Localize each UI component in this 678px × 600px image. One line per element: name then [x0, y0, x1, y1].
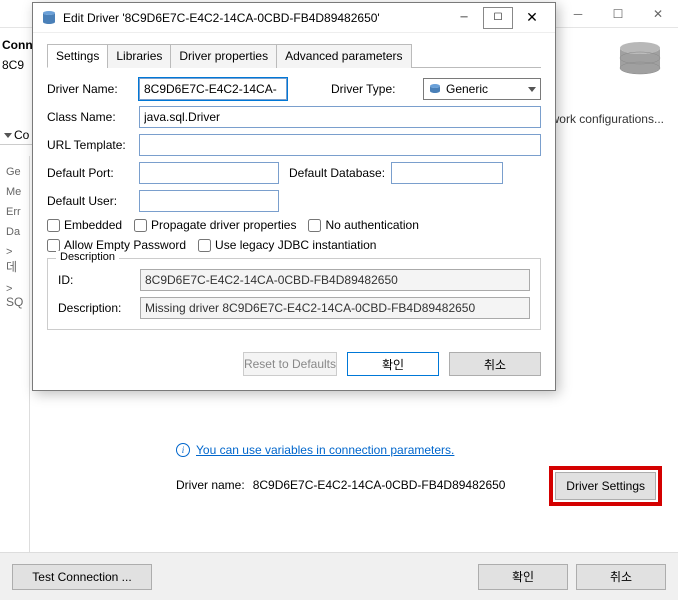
tab-advanced[interactable]: Advanced parameters	[276, 44, 411, 68]
database-small-icon	[41, 10, 57, 26]
page-subtitle: 8C9	[2, 58, 24, 72]
class-name-input[interactable]	[139, 106, 541, 128]
driver-name-input[interactable]	[139, 78, 287, 100]
description-group: Description ID: 8C9D6E7C-E4C2-14CA-0CBD-…	[47, 258, 541, 330]
tree-item[interactable]: Err	[0, 202, 29, 222]
reset-defaults-button[interactable]: Reset to Defaults	[243, 352, 337, 376]
dialog-tabs: Settings Libraries Driver properties Adv…	[47, 43, 541, 68]
info-text: You can use variables in connection para…	[196, 443, 454, 457]
embedded-check[interactable]: Embedded	[47, 218, 122, 232]
tab-libraries[interactable]: Libraries	[107, 44, 171, 68]
info-icon: i	[176, 443, 190, 457]
driver-name-label: Driver name:	[176, 478, 245, 492]
default-user-input[interactable]	[139, 190, 279, 212]
options-row-2: Allow Empty Password Use legacy JDBC ins…	[47, 238, 541, 252]
default-user-label: Default User:	[47, 194, 133, 208]
driver-name-value: 8C9D6E7C-E4C2-14CA-0CBD-FB4D89482650	[253, 478, 506, 492]
chevron-down-icon	[528, 87, 536, 92]
driver-settings-button[interactable]: Driver Settings	[555, 472, 656, 500]
parent-button-bar: Test Connection ... 확인 취소	[0, 552, 678, 600]
dialog-maximize-icon[interactable]: ☐	[483, 7, 513, 29]
edit-driver-dialog: Edit Driver '8C9D6E7C-E4C2-14CA-0CBD-FB4…	[32, 2, 556, 391]
id-field: 8C9D6E7C-E4C2-14CA-0CBD-FB4D89482650	[140, 269, 530, 291]
cancel-button[interactable]: 취소	[576, 564, 666, 590]
url-template-input[interactable]	[139, 134, 541, 156]
network-config-link[interactable]: etwork configurations...	[541, 112, 664, 126]
empty-password-check[interactable]: Allow Empty Password	[47, 238, 186, 252]
tab-driver-properties[interactable]: Driver properties	[170, 44, 277, 68]
description-label: Description:	[58, 301, 134, 315]
tree-item[interactable]: Da	[0, 222, 29, 242]
dialog-title: Edit Driver '8C9D6E7C-E4C2-14CA-0CBD-FB4…	[63, 11, 445, 25]
tree-item[interactable]: > SQ	[0, 279, 29, 313]
driver-name-row: Driver name: 8C9D6E7C-E4C2-14CA-0CBD-FB4…	[176, 478, 505, 492]
test-connection-button[interactable]: Test Connection ...	[12, 564, 152, 590]
dialog-body: Settings Libraries Driver properties Adv…	[33, 33, 555, 390]
description-legend: Description	[56, 251, 119, 263]
dialog-close-icon[interactable]: ✕	[517, 7, 547, 29]
tree-item[interactable]: Me	[0, 182, 29, 202]
dialog-cancel-button[interactable]: 취소	[449, 352, 541, 376]
close-icon[interactable]: ✕	[638, 0, 678, 28]
tab-settings[interactable]: Settings	[47, 44, 108, 68]
propagate-check[interactable]: Propagate driver properties	[134, 218, 296, 232]
dialog-button-bar: Reset to Defaults 확인 취소	[47, 352, 541, 376]
generic-driver-icon	[428, 83, 442, 95]
database-icon	[616, 40, 664, 80]
dialog-titlebar: Edit Driver '8C9D6E7C-E4C2-14CA-0CBD-FB4…	[33, 3, 555, 33]
tree-item[interactable]: Ge	[0, 162, 29, 182]
default-port-label: Default Port:	[47, 166, 133, 180]
driver-type-label: Driver Type:	[331, 82, 417, 96]
default-port-input[interactable]	[139, 162, 279, 184]
options-row: Embedded Propagate driver properties No …	[47, 218, 541, 232]
id-label: ID:	[58, 273, 134, 287]
minimize-icon[interactable]: ─	[558, 0, 598, 28]
left-tree: Ge Me Err Da > 데 > SQ	[0, 156, 30, 600]
conn-tab[interactable]: Co	[0, 126, 33, 145]
maximize-icon[interactable]: ☐	[598, 0, 638, 28]
tree-item[interactable]: > 데	[0, 242, 29, 279]
page-title: Conn	[2, 38, 33, 52]
driver-type-select[interactable]: Generic	[423, 78, 541, 100]
driver-settings-highlight: Driver Settings	[549, 466, 662, 506]
default-database-label: Default Database:	[289, 166, 385, 180]
url-template-label: URL Template:	[47, 138, 133, 152]
dialog-ok-button[interactable]: 확인	[347, 352, 439, 376]
class-name-label: Class Name:	[47, 110, 133, 124]
no-auth-check[interactable]: No authentication	[308, 218, 418, 232]
info-link[interactable]: i You can use variables in connection pa…	[176, 443, 454, 457]
driver-name-field-label: Driver Name:	[47, 82, 133, 96]
description-field: Missing driver 8C9D6E7C-E4C2-14CA-0CBD-F…	[140, 297, 530, 319]
default-database-input[interactable]	[391, 162, 503, 184]
dialog-minimize-icon[interactable]: ─	[449, 7, 479, 29]
ok-button[interactable]: 확인	[478, 564, 568, 590]
legacy-jdbc-check[interactable]: Use legacy JDBC instantiation	[198, 238, 376, 252]
